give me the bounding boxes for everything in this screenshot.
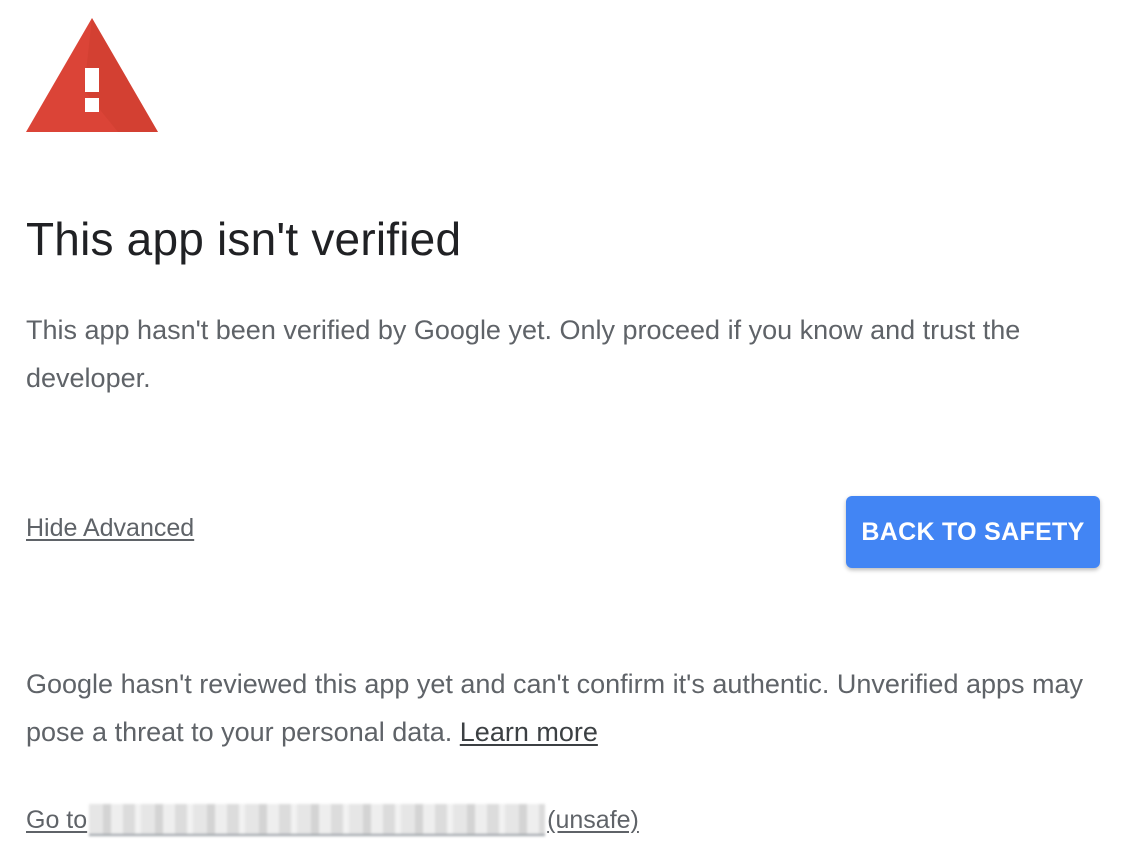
- page-title: This app isn't verified: [26, 213, 462, 265]
- warning-description: This app hasn't been verified by Google …: [26, 315, 1021, 393]
- learn-more-link[interactable]: Learn more: [460, 717, 598, 747]
- go-to-prefix[interactable]: Go to: [26, 806, 87, 835]
- unverified-app-warning-page: This app isn't verified This app hasn't …: [0, 0, 1124, 866]
- warning-triangle-icon: [26, 18, 158, 132]
- hide-advanced-link[interactable]: Hide Advanced: [26, 514, 194, 543]
- redacted-app-name: [89, 804, 546, 836]
- unsafe-label[interactable]: (unsafe): [547, 806, 639, 835]
- advanced-details-text: Google hasn't reviewed this app yet and …: [26, 660, 1096, 756]
- go-to-unsafe-link[interactable]: Go to (unsafe): [26, 804, 639, 836]
- back-to-safety-button[interactable]: BACK TO SAFETY: [846, 496, 1100, 568]
